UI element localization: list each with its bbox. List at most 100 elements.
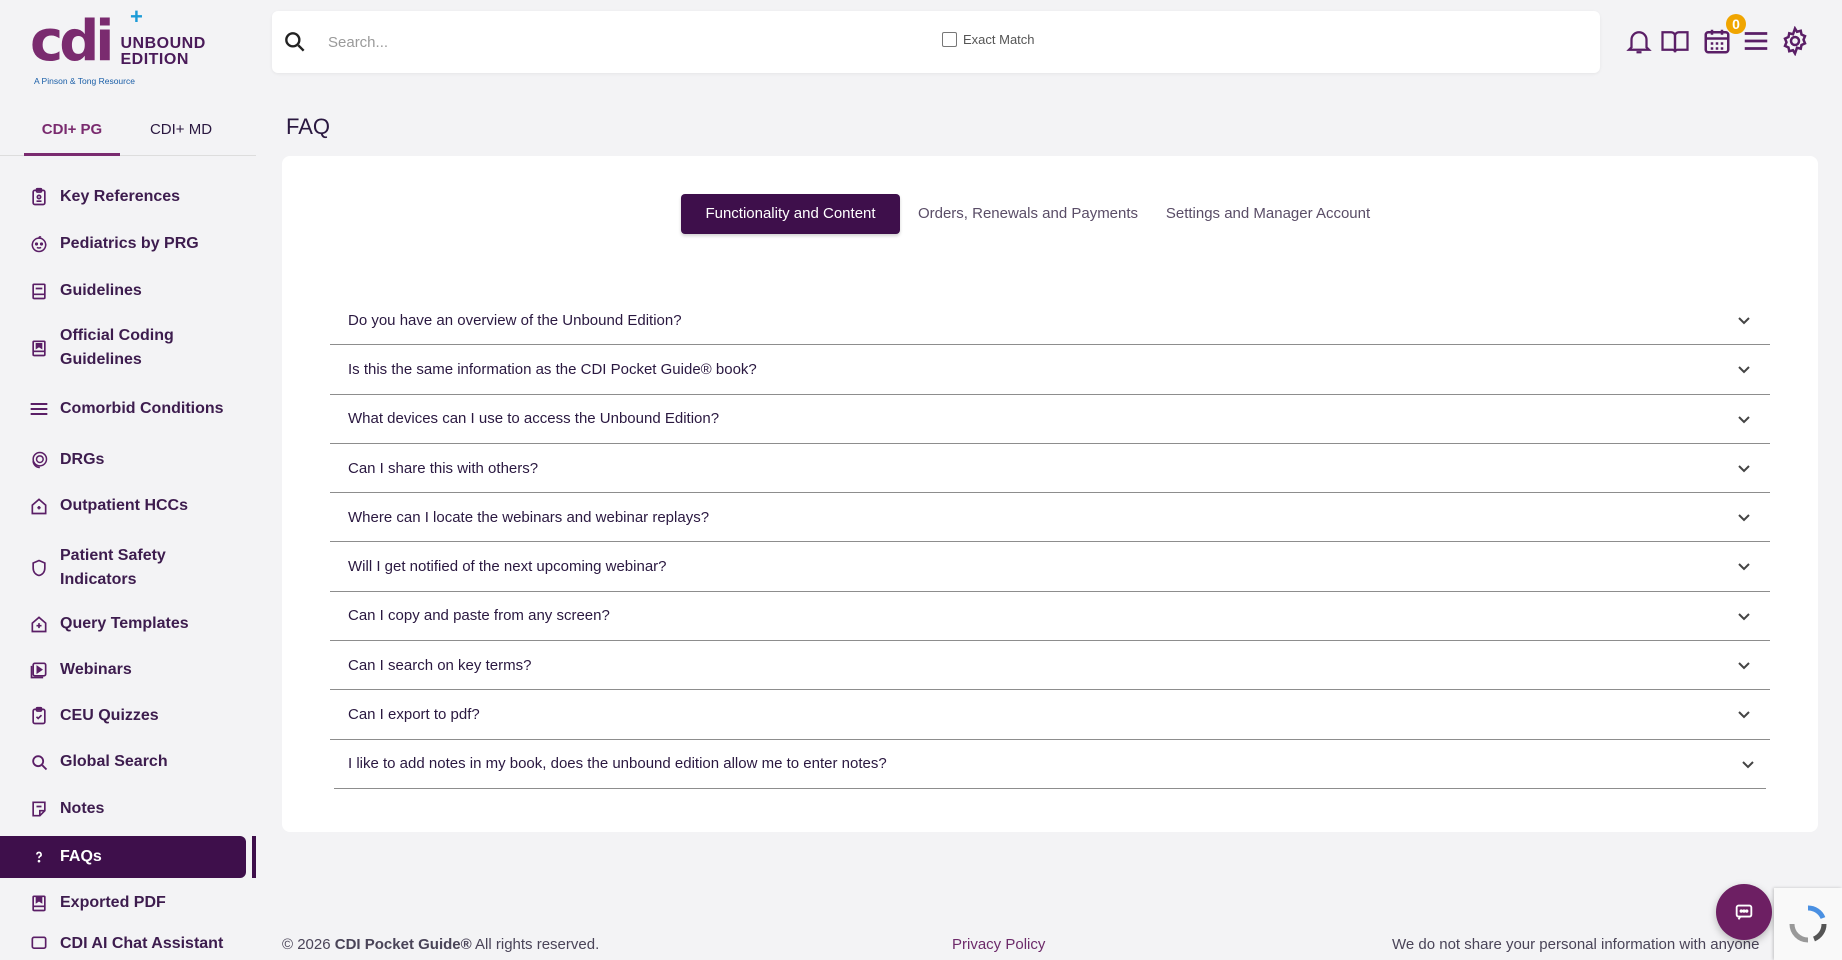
sidebar-item-query-templates[interactable]: Query Templates — [0, 609, 248, 639]
sidebar-item-label-line1: Patient Safety — [60, 547, 166, 564]
exact-match-label: Exact Match — [963, 32, 1035, 47]
sidebar-item-webinars[interactable]: Webinars — [0, 655, 248, 685]
sidebar-item-label: CEU Quizzes — [60, 707, 159, 724]
pdf-book-icon — [27, 891, 51, 915]
faq-item[interactable]: Can I export to pdf? — [330, 690, 1770, 740]
bell-icon[interactable] — [1624, 26, 1656, 60]
search-bar: Exact Match — [272, 11, 1600, 73]
sidebar-item-label: Official Coding Guidelines — [60, 324, 174, 372]
tab-functionality-content[interactable]: Functionality and Content — [681, 194, 900, 234]
chat-bubble-icon — [1735, 904, 1753, 920]
chevron-down-icon — [1738, 514, 1750, 522]
logo-line1: UNBOUND — [120, 35, 206, 52]
faq-item[interactable]: Can I copy and paste from any screen? — [330, 592, 1770, 642]
faq-question: Can I copy and paste from any screen? — [348, 607, 610, 625]
privacy-policy-link[interactable]: Privacy Policy — [952, 936, 1045, 953]
faq-item[interactable]: I like to add notes in my book, does the… — [334, 740, 1766, 789]
faq-item[interactable]: Can I share this with others? — [330, 444, 1770, 494]
product-tabs: CDI+ PG CDI+ MD — [0, 112, 256, 156]
sidebar-item-label: Notes — [60, 800, 105, 817]
exact-match-checkbox[interactable] — [942, 32, 957, 47]
tab-cdi-md[interactable]: CDI+ MD — [136, 112, 226, 156]
chevron-down-icon — [1742, 760, 1754, 769]
sidebar-item-label-line1: Official Coding — [60, 327, 174, 344]
chevron-down-icon — [1738, 465, 1750, 473]
sidebar-item-guidelines[interactable]: Guidelines — [0, 276, 248, 306]
sidebar-item-drgs[interactable]: DRGs — [0, 445, 248, 475]
menu-icon[interactable] — [1741, 26, 1773, 60]
chevron-down-icon — [1738, 563, 1750, 571]
sidebar-item-key-references[interactable]: Key References — [0, 182, 248, 212]
faq-question: Can I share this with others? — [348, 459, 539, 477]
sidebar-item-label: Outpatient HCCs — [60, 497, 188, 514]
logo-mark: cdi — [30, 9, 115, 74]
copyright-brand: CDI Pocket Guide® — [334, 936, 472, 953]
faq-item[interactable]: Will I get notified of the next upcoming… — [330, 542, 1770, 592]
faq-question: Do you have an overview of the Unbound E… — [348, 311, 682, 329]
faq-item[interactable]: What devices can I use to access the Unb… — [330, 395, 1770, 444]
sidebar-item-label: Patient Safety Indicators — [60, 544, 166, 592]
faq-list: Do you have an overview of the Unbound E… — [330, 296, 1770, 789]
recaptcha-badge[interactable] — [1774, 888, 1842, 960]
sidebar-item-label: DRGs — [60, 451, 105, 468]
logo-plus-icon: + — [130, 4, 143, 29]
sidebar-item-label-line2: Indicators — [60, 571, 137, 588]
sidebar-item-faqs[interactable]: FAQs — [0, 836, 246, 878]
sidebar-item-label: Pediatrics by PRG — [60, 235, 199, 252]
clipboard-icon — [27, 185, 51, 209]
chat-assistant-button[interactable] — [1716, 884, 1772, 940]
sidebar-item-notes[interactable]: Notes — [0, 794, 248, 824]
sidebar-item-label-line2: Guidelines — [60, 351, 142, 368]
sidebar-item-comorbid-conditions[interactable]: Comorbid Conditions — [0, 394, 248, 424]
chat-icon — [27, 934, 51, 954]
sidebar-item-exported-pdf[interactable]: Exported PDF — [0, 888, 248, 918]
faq-question: Will I get notified of the next upcoming… — [348, 558, 667, 576]
logo-line2: EDITION — [120, 51, 189, 68]
chevron-down-icon — [1738, 662, 1750, 670]
tab-settings-manager-account[interactable]: Settings and Manager Account — [1151, 194, 1385, 234]
shield-icon — [27, 556, 51, 580]
gear-icon[interactable] — [1780, 25, 1812, 60]
sidebar-item-label: Global Search — [60, 753, 168, 770]
faq-item[interactable]: Where can I locate the webinars and webi… — [330, 493, 1770, 543]
copyright-suffix: All rights reserved. — [471, 936, 600, 953]
recaptcha-icon — [1789, 905, 1827, 943]
faq-question: I like to add notes in my book, does the… — [348, 755, 887, 773]
house-icon — [27, 494, 51, 518]
logo-subtitle: A Pinson & Tong Resource — [34, 76, 135, 86]
sidebar-item-label: Webinars — [60, 661, 132, 678]
search-icon[interactable] — [282, 29, 308, 55]
chevron-down-icon — [1738, 613, 1750, 621]
list-icon — [27, 397, 51, 421]
footer-copyright: © 2026 CDI Pocket Guide® All rights rese… — [282, 936, 599, 953]
open-book-icon[interactable] — [1660, 26, 1692, 60]
note-icon — [27, 797, 51, 821]
question-icon — [27, 845, 51, 869]
sidebar-item-ai-chat-assistant[interactable]: CDI AI Chat Assistant — [0, 934, 248, 954]
faq-item[interactable]: Is this the same information as the CDI … — [330, 345, 1770, 395]
search-input[interactable] — [328, 27, 888, 57]
faq-item[interactable]: Do you have an overview of the Unbound E… — [330, 296, 1770, 346]
tab-orders-renewals-payments[interactable]: Orders, Renewals and Payments — [915, 194, 1141, 234]
sidebar-item-label: Guidelines — [60, 282, 142, 299]
sidebar-item-label: Exported PDF — [60, 894, 166, 911]
sidebar-item-label: Query Templates — [60, 615, 189, 632]
active-rail — [252, 836, 256, 878]
faq-item[interactable]: Can I search on key terms? — [330, 641, 1770, 691]
sidebar-item-outpatient-hccs[interactable]: Outpatient HCCs — [0, 491, 248, 521]
tab-cdi-pg[interactable]: CDI+ PG — [24, 112, 120, 156]
search-icon — [27, 750, 51, 774]
footer-notice: We do not share your personal informatio… — [1392, 936, 1760, 953]
sidebar-item-label: Comorbid Conditions — [60, 400, 224, 417]
chevron-down-icon — [1738, 711, 1750, 719]
copyright-prefix: © 2026 — [282, 936, 335, 953]
sidebar-item-patient-safety-indicators[interactable]: Patient Safety Indicators — [0, 542, 248, 594]
chevron-down-icon — [1738, 317, 1750, 325]
sidebar-item-official-coding-guidelines[interactable]: Official Coding Guidelines — [0, 322, 248, 374]
sidebar-item-ceu-quizzes[interactable]: CEU Quizzes — [0, 701, 248, 731]
exact-match[interactable]: Exact Match — [942, 32, 1035, 47]
sidebar-item-pediatrics[interactable]: Pediatrics by PRG — [0, 229, 248, 259]
sidebar-item-global-search[interactable]: Global Search — [0, 747, 248, 777]
coins-icon — [27, 448, 51, 472]
video-icon — [27, 658, 51, 682]
